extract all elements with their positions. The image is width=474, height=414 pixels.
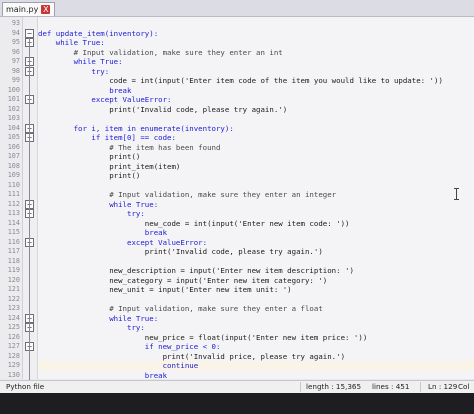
line-number: 130 xyxy=(7,370,20,379)
code-line: new_unit = input('Enter new item unit: '… xyxy=(38,285,292,294)
line-number: 122 xyxy=(7,294,20,303)
line-number: 108 xyxy=(7,161,20,170)
line-number: 101 xyxy=(7,95,20,103)
line-number: 118 xyxy=(7,256,20,265)
line-number: 94 xyxy=(11,28,20,37)
line-number: 113 xyxy=(7,209,20,217)
fold-guide-line xyxy=(29,37,30,380)
line-number: 126 xyxy=(7,332,20,341)
line-number: 127 xyxy=(7,342,20,350)
status-length: length : 15,365 xyxy=(306,382,362,391)
line-number-gutter: 93 94 95 96 97 98 99 100 101 102 103 104 105 106 107 10… xyxy=(0,17,23,379)
fold-margin[interactable]: −−−−−−−−−−−−− xyxy=(23,17,38,380)
code-line: print('Invalid code, please try again.') xyxy=(38,247,323,256)
code-line: while True: xyxy=(38,57,123,66)
code-line: continue xyxy=(38,361,199,370)
line-number: 99 xyxy=(11,76,20,84)
code-line: print('Invalid price, please try again.'… xyxy=(38,351,346,361)
line-number: 104 xyxy=(7,123,20,132)
line-number: 115 xyxy=(7,228,20,236)
code-line: def update_item(inventory): xyxy=(38,28,159,38)
code-line: except ValueError: xyxy=(38,95,172,104)
code-line: break xyxy=(38,228,168,237)
editor-window: main.py X 93 94 95 96 97 98 99 100 101 102 103 104 1… xyxy=(0,0,474,414)
line-number: 107 xyxy=(7,152,20,160)
line-number: 106 xyxy=(7,142,20,151)
code-line: if item[0] == code: xyxy=(38,133,176,142)
fold-toggle-icon[interactable]: − xyxy=(25,28,34,38)
status-line-number: Ln : 129 xyxy=(428,382,458,391)
code-line: print('Invalid code, please try again.') xyxy=(38,104,288,114)
code-line: # Input validation, make sure they enter… xyxy=(38,304,323,313)
line-number: 103 xyxy=(7,114,20,122)
code-line: print() xyxy=(38,171,141,180)
line-number: 119 xyxy=(7,266,20,274)
code-line: code = int(input('Enter item code of the… xyxy=(38,76,443,85)
line-number: 120 xyxy=(7,275,20,284)
status-lines: lines : 451 xyxy=(372,382,410,391)
code-line: new_code = int(input('Enter new item cod… xyxy=(38,218,350,228)
status-file-type: Python file xyxy=(6,382,45,391)
line-number: 110 xyxy=(7,180,20,189)
code-line: break xyxy=(38,85,132,95)
code-line: # Input validation, make sure they enter… xyxy=(38,190,337,199)
code-line: new_price = float(input('Enter new item … xyxy=(38,332,368,342)
code-line: try: xyxy=(38,66,110,76)
line-number: 100 xyxy=(7,85,20,94)
code-editor[interactable]: 93 94 95 96 97 98 99 100 101 102 103 104 105 106 107 10… xyxy=(0,17,474,380)
line-number: 124 xyxy=(7,313,20,322)
code-line: for i, item in enumerate(inventory): xyxy=(38,123,234,133)
line-number: 93 xyxy=(11,19,20,27)
desk-background xyxy=(0,393,474,414)
code-line: print() xyxy=(38,152,141,161)
line-number: 109 xyxy=(7,171,20,179)
status-bar: Python file length : 15,365 lines : 451 … xyxy=(0,380,474,393)
line-number: 114 xyxy=(7,218,20,227)
mouse-ibeam-cursor-icon xyxy=(454,188,459,200)
code-line: new_category = input('Enter new item cat… xyxy=(38,275,328,285)
code-line: while True: xyxy=(38,313,159,323)
line-number: 98 xyxy=(11,66,20,75)
code-line: while True: xyxy=(38,38,105,47)
line-number: 97 xyxy=(11,57,20,65)
code-area[interactable]: def update_item(inventory): while True: … xyxy=(38,17,474,380)
code-line: print_item(item) xyxy=(38,161,181,171)
line-number: 102 xyxy=(7,104,20,113)
tab-label: main.py xyxy=(6,5,39,14)
line-number: 121 xyxy=(7,285,20,293)
line-number: 116 xyxy=(7,237,20,246)
code-line: if new_price < 0: xyxy=(38,342,221,351)
line-number: 128 xyxy=(7,351,20,360)
code-line: new_description = input('Enter new item … xyxy=(38,266,354,275)
code-line: try: xyxy=(38,209,145,218)
line-number: 105 xyxy=(7,133,20,141)
code-line: # The item has been found xyxy=(38,142,221,152)
line-number: 96 xyxy=(11,47,20,56)
line-number: 112 xyxy=(7,199,20,208)
line-number: 123 xyxy=(7,304,20,312)
code-line: while True: xyxy=(38,199,159,209)
line-number: 125 xyxy=(7,323,20,331)
tab-bar: main.py X xyxy=(0,0,474,17)
code-line: try: xyxy=(38,323,145,332)
line-number: 117 xyxy=(7,247,20,255)
line-number: 111 xyxy=(7,190,20,198)
status-column: Col xyxy=(458,382,470,391)
tab-main-py[interactable]: main.py X xyxy=(2,2,56,16)
code-line: except ValueError: xyxy=(38,237,208,247)
line-number: 95 xyxy=(11,38,20,46)
close-icon[interactable]: X xyxy=(41,5,51,14)
code-line: break xyxy=(38,370,168,380)
code-line: # Input validation, make sure they enter… xyxy=(38,47,283,57)
line-number: 129 xyxy=(7,361,20,369)
